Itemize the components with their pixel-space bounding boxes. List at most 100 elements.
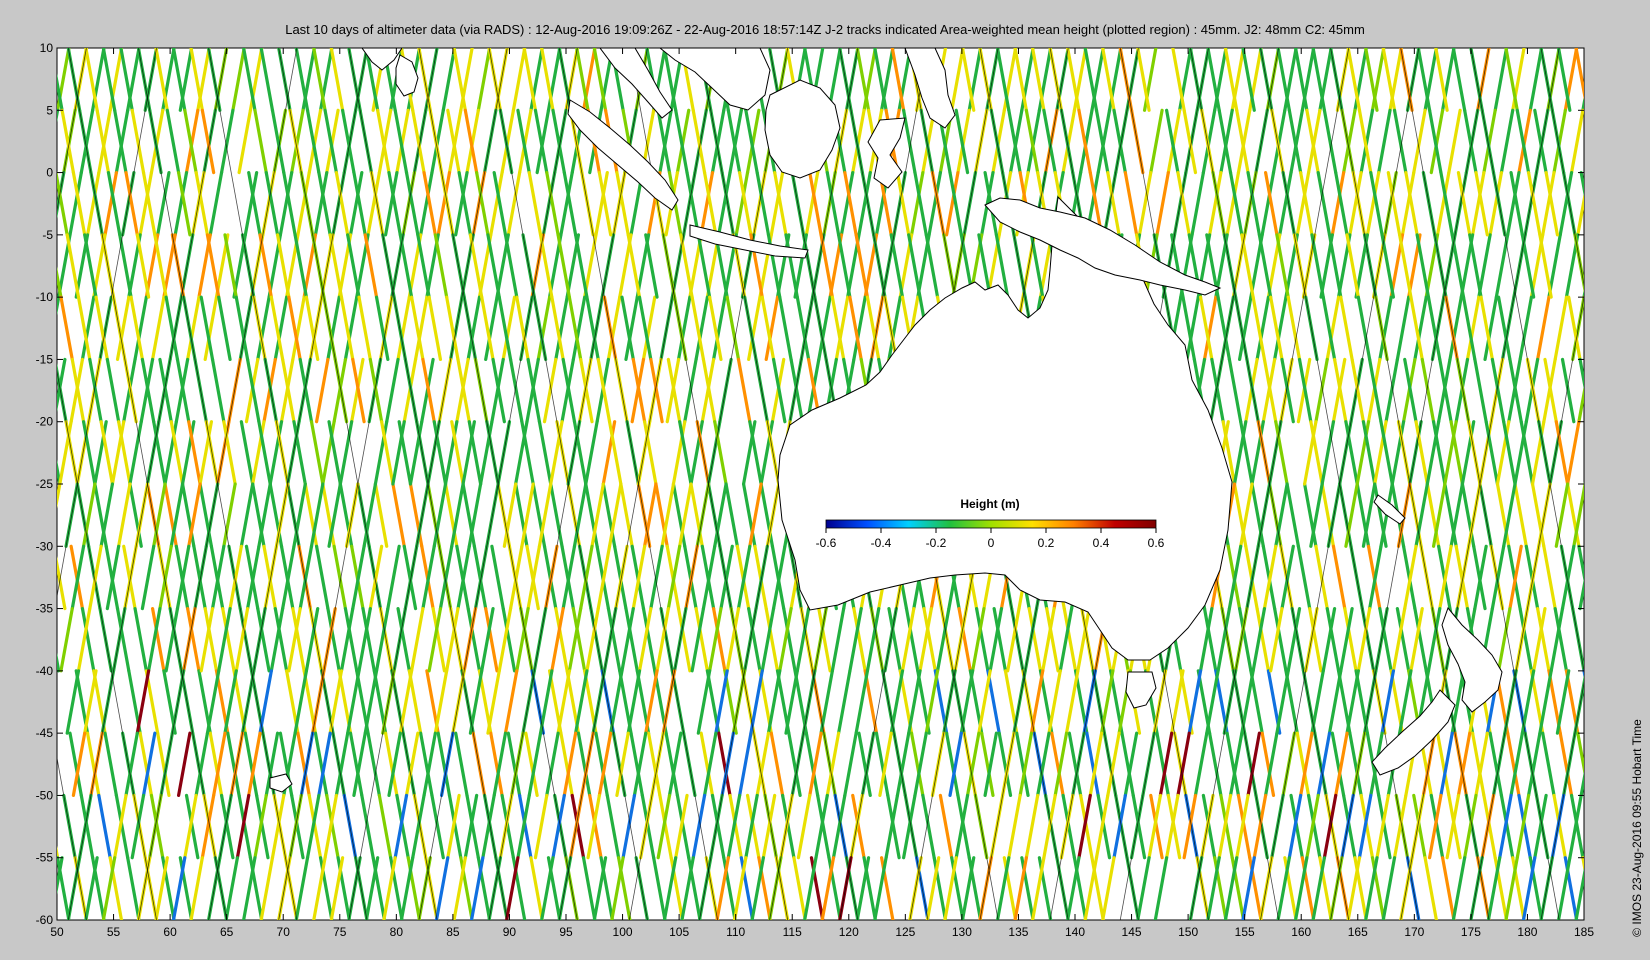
altimeter-track-segment	[1609, 484, 1620, 546]
altimeter-track-segment	[1608, 609, 1619, 671]
altimeter-track-segment	[1644, 484, 1650, 546]
altimeter-track-segment	[15, 671, 26, 733]
x-tick-label: 55	[107, 925, 121, 939]
altimeter-track-segment	[40, 48, 51, 110]
altimeter-track-segment	[43, 609, 54, 671]
x-tick-label: 155	[1235, 925, 1255, 939]
x-tick-label: 145	[1122, 925, 1142, 939]
altimeter-track-segment	[43, 297, 54, 359]
altimeter-track-segment	[1643, 297, 1650, 359]
altimeter-track-segment	[3, 173, 14, 235]
altimeter-track-segment	[1, 546, 12, 608]
map-figure: 50 55 60 65 70 75 80 85 90 95 100 105 110 115 120 125 13…	[0, 41, 1650, 939]
altimeter-track-segment	[30, 609, 41, 671]
x-tick-label: 110	[726, 925, 745, 939]
altimeter-track-segment	[21, 173, 32, 235]
altimeter-track-segment	[1595, 733, 1606, 795]
altimeter-track-segment	[41, 235, 52, 297]
copyright-timestamp: © IMOS 23-Aug-2016 09:55 Hobart Time	[1630, 719, 1644, 937]
altimeter-track-segment	[0, 173, 11, 235]
colorbar-tick-label: 0	[988, 536, 995, 550]
altimeter-track-segment	[38, 733, 49, 795]
altimeter-track-segment	[1602, 671, 1613, 733]
altimeter-track-segment	[1618, 48, 1629, 110]
altimeter-track-segment	[1639, 297, 1650, 359]
colorbar-title: Height (m)	[960, 497, 1019, 511]
altimeter-track-segment	[1615, 359, 1626, 421]
altimeter-track-segment	[1632, 546, 1643, 608]
x-tick-label: 115	[783, 925, 802, 939]
altimeter-track-segment	[0, 609, 2, 671]
altimeter-track-segment	[1600, 48, 1611, 110]
altimeter-track-segment	[1611, 48, 1622, 110]
altimeter-track-segment	[1609, 422, 1620, 484]
x-tick-label: 60	[163, 925, 177, 939]
altimeter-track-segment	[1587, 795, 1598, 857]
altimeter-track-segment	[1642, 110, 1650, 172]
y-tick-label: -50	[36, 788, 54, 802]
altimeter-track-segment	[1619, 671, 1630, 733]
colorbar-tick-label: 0.6	[1148, 536, 1165, 550]
altimeter-track-segment	[1635, 48, 1646, 110]
y-tick-label: -15	[36, 352, 54, 366]
altimeter-track-segment	[0, 733, 11, 795]
altimeter-track-segment	[1628, 235, 1639, 297]
altimeter-track-segment	[1603, 484, 1614, 546]
altimeter-track-segment	[1645, 235, 1650, 297]
altimeter-track-segment	[1582, 669, 1584, 680]
altimeter-track-segment	[37, 359, 48, 421]
altimeter-track-segment	[26, 609, 37, 671]
x-tick-label: 80	[390, 925, 404, 939]
altimeter-track-segment	[1625, 297, 1636, 359]
altimeter-track-segment	[27, 795, 38, 857]
altimeter-track-segment	[0, 110, 5, 172]
y-tick-label: -5	[42, 228, 53, 242]
x-tick-label: 120	[839, 925, 859, 939]
x-tick-label: 125	[895, 925, 915, 939]
altimeter-track-segment	[1633, 359, 1644, 421]
altimeter-track-segment	[33, 858, 44, 920]
altimeter-track-segment	[1621, 297, 1632, 359]
y-tick-label: 0	[46, 166, 53, 180]
altimeter-track-segment	[1598, 546, 1609, 608]
altimeter-track-segment	[0, 609, 6, 671]
altimeter-track-segment	[1645, 671, 1650, 733]
altimeter-track-segment	[16, 48, 27, 110]
altimeter-track-segment	[6, 235, 17, 297]
x-tick-label: 150	[1178, 925, 1198, 939]
colorbar-tick-label: -0.2	[926, 536, 947, 550]
altimeter-track-segment	[1602, 235, 1613, 297]
altimeter-track-segment	[1621, 609, 1632, 671]
j2-track-line	[0, 48, 16, 920]
altimeter-track-segment	[1644, 422, 1650, 484]
altimeter-track-segment	[0, 297, 2, 359]
altimeter-track-segment	[1596, 546, 1607, 608]
altimeter-track-segment	[20, 359, 31, 421]
altimeter-track-segment	[8, 609, 19, 671]
x-tick-label: 170	[1404, 925, 1424, 939]
altimeter-track-segment	[1613, 733, 1624, 795]
altimeter-track-segment	[1589, 795, 1600, 857]
altimeter-track-segment	[1604, 297, 1615, 359]
y-tick-label: 10	[40, 41, 54, 55]
altimeter-track-segment	[1616, 173, 1627, 235]
colorbar-tick-label: 0.4	[1093, 536, 1110, 550]
altimeter-track-segment	[38, 173, 49, 235]
altimeter-track-segment	[29, 110, 40, 172]
altimeter-track-segment	[1598, 359, 1609, 421]
altimeter-track-segment	[25, 484, 36, 546]
altimeter-track-segment	[1620, 484, 1631, 546]
altimeter-track-segment	[1582, 288, 1584, 299]
altimeter-track-segment	[17, 733, 28, 795]
x-tick-label: 180	[1517, 925, 1537, 939]
altimeter-track-segment	[1605, 110, 1616, 172]
altimeter-track-segment	[1611, 858, 1622, 920]
altimeter-track-segment	[1592, 671, 1603, 733]
altimeter-track-segment	[1596, 359, 1607, 421]
altimeter-track-segment	[1590, 297, 1601, 359]
altimeter-track-segment	[1625, 609, 1636, 671]
altimeter-track-segment	[57, 794, 58, 799]
x-tick-label: 160	[1291, 925, 1311, 939]
altimeter-track-segment	[0, 422, 7, 484]
colorbar-tick-label: -0.6	[816, 536, 837, 550]
